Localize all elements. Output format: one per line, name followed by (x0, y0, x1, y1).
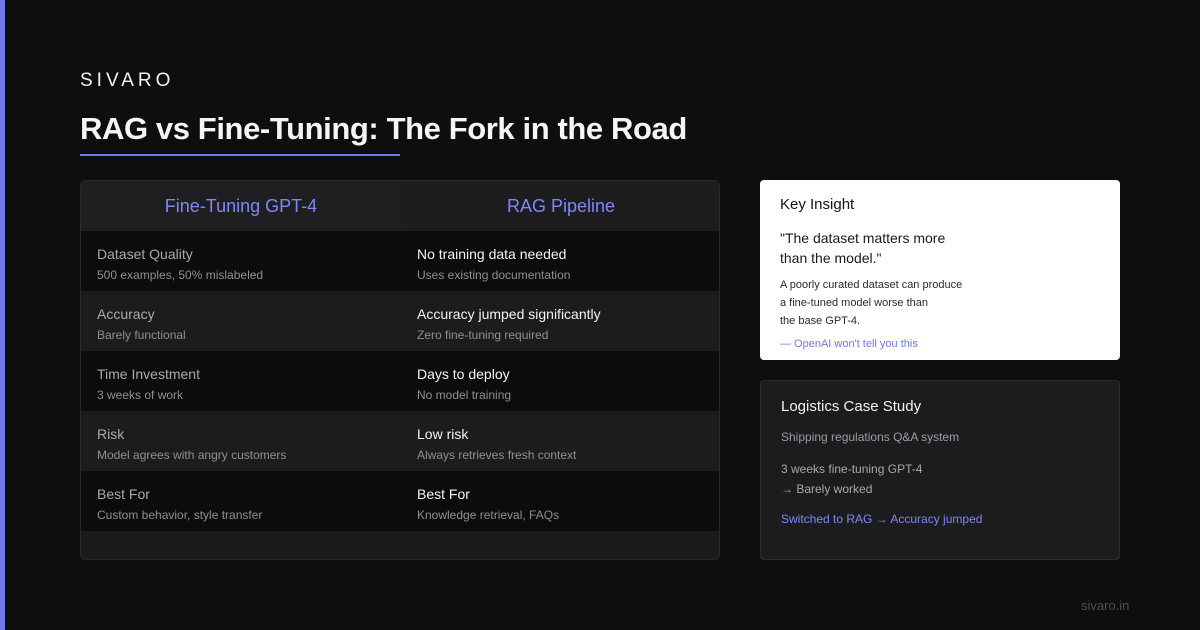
cell-subtitle: Custom behavior, style transfer (97, 508, 263, 522)
cell-title: Accuracy jumped significantly (417, 306, 601, 322)
table-cell: Accuracy Barely functional (81, 291, 401, 351)
cell-title: Risk (97, 426, 125, 442)
table-header: Fine-Tuning GPT-4 RAG Pipeline (81, 181, 719, 231)
table-cell: Time Investment 3 weeks of work (81, 351, 401, 411)
table-cell: Dataset Quality 500 examples, 50% mislab… (81, 231, 401, 291)
table-row: Time Investment 3 weeks of work Days to … (81, 351, 719, 411)
brand-logo: SIVARO (80, 70, 175, 91)
cell-subtitle: 500 examples, 50% mislabeled (97, 268, 264, 282)
insight-quote: "The dataset matters more than the model… (780, 228, 1100, 268)
cell-subtitle: Zero fine-tuning required (417, 328, 549, 342)
cell-subtitle: Always retrieves fresh context (417, 448, 577, 462)
title-underline (80, 154, 400, 156)
cell-title: Dataset Quality (97, 246, 193, 262)
column-header-fine-tuning: Fine-Tuning GPT-4 (81, 181, 401, 231)
case-study-card: Logistics Case Study Shipping regulation… (760, 380, 1120, 560)
insight-quote-line: than the model." (780, 250, 882, 266)
insight-quote-line: "The dataset matters more (780, 230, 946, 246)
insight-heading: Key Insight (780, 196, 855, 213)
cell-subtitle: Uses existing documentation (417, 268, 571, 282)
key-insight-card: Key Insight "The dataset matters more th… (760, 180, 1120, 360)
insight-attribution: — OpenAI won't tell you this (780, 338, 918, 350)
table-cell: Accuracy jumped significantly Zero fine-… (401, 291, 719, 351)
comparison-table: Fine-Tuning GPT-4 RAG Pipeline Dataset Q… (80, 180, 720, 560)
table-row: Accuracy Barely functional Accuracy jump… (81, 291, 719, 351)
cell-title: Days to deploy (417, 366, 510, 382)
cell-title: Low risk (417, 426, 469, 442)
insight-body: A poorly curated dataset can produce a f… (780, 276, 1100, 330)
table-cell: Best For Custom behavior, style transfer (81, 471, 401, 531)
table-row: Best For Custom behavior, style transfer… (81, 471, 719, 531)
cell-subtitle: 3 weeks of work (97, 388, 184, 402)
cell-subtitle: Barely functional (97, 328, 186, 342)
table-row: Dataset Quality 500 examples, 50% mislab… (81, 231, 719, 291)
case-study-subtitle: Shipping regulations Q&A system (781, 430, 960, 444)
cell-title: Best For (417, 486, 470, 502)
table-row: Risk Model agrees with angry customers L… (81, 411, 719, 471)
cell-subtitle: Model agrees with angry customers (97, 448, 287, 462)
table-cell: No training data needed Uses existing do… (401, 231, 719, 291)
table-cell: Best For Knowledge retrieval, FAQs (401, 471, 719, 531)
cell-subtitle: Knowledge retrieval, FAQs (417, 508, 560, 522)
cell-title: Accuracy (97, 306, 155, 322)
table-cell: Days to deploy No model training (401, 351, 719, 411)
cell-subtitle: No model training (417, 388, 512, 402)
table-cell: Risk Model agrees with angry customers (81, 411, 401, 471)
cell-title: Best For (97, 486, 150, 502)
cell-title: No training data needed (417, 246, 567, 262)
column-header-rag: RAG Pipeline (401, 181, 719, 231)
case-study-result: Switched to RAG → Accuracy jumped (781, 512, 983, 526)
table-cell: Low risk Always retrieves fresh context (401, 411, 719, 471)
insight-body-line: A poorly curated dataset can produce (780, 279, 963, 291)
footer-url: sivaro.in (1081, 598, 1130, 613)
accent-bar (0, 0, 5, 630)
insight-body-line: the base GPT-4. (780, 315, 861, 327)
case-study-heading: Logistics Case Study (781, 398, 922, 415)
page-title: RAG vs Fine-Tuning: The Fork in the Road (80, 111, 687, 146)
cell-title: Time Investment (97, 366, 200, 382)
insight-body-line: a fine-tuned model worse than (780, 297, 928, 309)
case-study-line: → Barely worked (781, 482, 873, 496)
case-study-line: 3 weeks fine-tuning GPT-4 (781, 462, 923, 476)
